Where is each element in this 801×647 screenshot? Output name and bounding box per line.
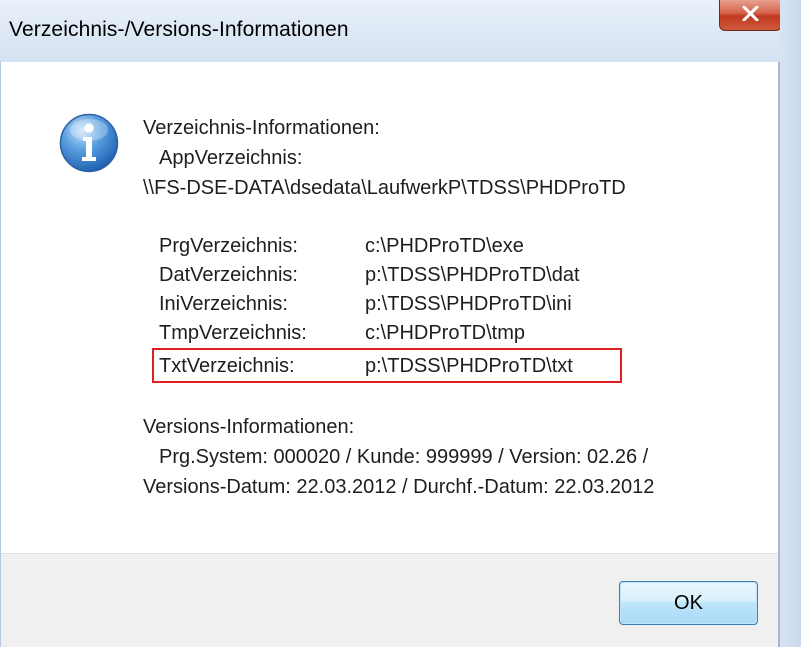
ini-directory-value: p:\TDSS\PHDProTD\ini	[365, 293, 572, 315]
window-title: Verzeichnis-/Versions-Informationen	[9, 18, 349, 41]
window-frame-right	[780, 0, 801, 647]
ok-button[interactable]: OK	[619, 581, 758, 625]
prg-directory-label: PrgVerzeichnis:	[159, 235, 298, 257]
version-info-line-1: Prg.System: 000020 / Kunde: 999999 / Ver…	[159, 446, 649, 468]
dat-directory-value: p:\TDSS\PHDProTD\dat	[365, 264, 580, 286]
dat-directory-label: DatVerzeichnis:	[159, 264, 298, 286]
title-bar[interactable]: Verzeichnis-/Versions-Informationen	[0, 0, 801, 62]
directory-info-heading: Verzeichnis-Informationen:	[143, 117, 380, 139]
tmp-directory-label: TmpVerzeichnis:	[159, 322, 307, 344]
information-icon	[59, 113, 119, 173]
window-frame-inner-border	[778, 62, 780, 647]
app-directory-path: \\FS-DSE-DATA\dsedata\LaufwerkP\TDSS\PHD…	[143, 177, 626, 199]
version-info-heading: Versions-Informationen:	[143, 416, 355, 438]
prg-directory-value: c:\PHDProTD\exe	[365, 235, 524, 257]
version-info-line-2: Versions-Datum: 22.03.2012 / Durchf.-Dat…	[143, 476, 655, 498]
app-directory-label: AppVerzeichnis:	[159, 147, 303, 169]
tmp-directory-value: c:\PHDProTD\tmp	[365, 322, 526, 344]
close-button[interactable]	[719, 0, 782, 31]
ini-directory-label: IniVerzeichnis:	[159, 293, 288, 315]
highlight-box	[152, 348, 622, 383]
close-x-icon	[742, 6, 759, 21]
